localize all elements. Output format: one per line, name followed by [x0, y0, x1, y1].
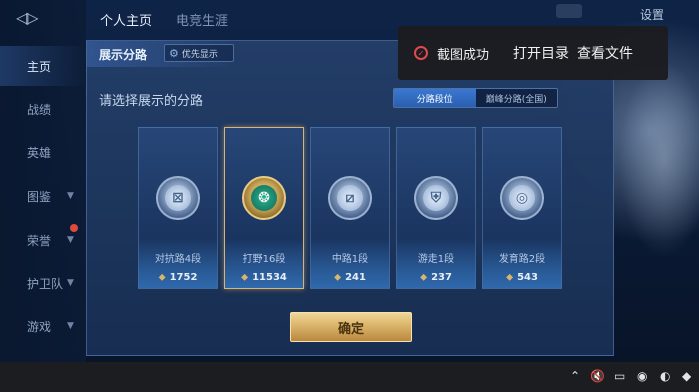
sidebar: ◁▷ 主页 战绩 英雄 图鉴 ▼ 荣誉 ▼ 护卫队 ▼ 游戏 ▼ — [0, 0, 86, 362]
lane-card[interactable]: ◎ 发育路2段 ⬥ 543 — [482, 127, 562, 289]
sidebar-item-label: 护卫队 — [27, 276, 64, 291]
panel-title: 展示分路 — [99, 48, 148, 62]
lane-score-value: 237 — [431, 272, 452, 283]
mid-lane-icon: ⧄ — [328, 176, 372, 220]
taskbar: ⌃ 🔇 ▭ ◉ ◐ ◆ — [0, 362, 699, 392]
lane-card[interactable]: ⛨ 游走1段 ⬥ 237 — [396, 127, 476, 289]
lane-score: ⬥ 543 — [483, 272, 561, 283]
sidebar-item-label: 游戏 — [27, 319, 52, 334]
open-folder-link[interactable]: 打开目录 — [513, 43, 569, 63]
browser-tray-icon[interactable]: ◐ — [660, 369, 670, 383]
sidebar-item[interactable]: 游戏 ▼ — [0, 306, 86, 346]
gear-icon: ⚙ — [169, 46, 179, 60]
score-icon: ⬥ — [158, 272, 166, 283]
tab-personal-home[interactable]: 个人主页 — [100, 10, 152, 29]
notification-icon[interactable] — [556, 4, 582, 18]
hero-artwork — [604, 40, 699, 340]
lane-score-value: 1752 — [169, 272, 198, 283]
tray-extra-icon[interactable]: ◆ — [682, 369, 691, 383]
emblem-glyph: ◎ — [509, 185, 535, 211]
lane-card[interactable]: ⧄ 中路1段 ⬥ 241 — [310, 127, 390, 289]
lane-score: ⬥ 1752 — [139, 272, 217, 283]
sidebar-item-label: 主页 — [27, 59, 52, 74]
lane-score-value: 11534 — [252, 272, 287, 283]
roam-icon: ⛨ — [414, 176, 458, 220]
sidebar-item-label: 荣誉 — [27, 233, 52, 248]
lane-display-panel: 展示分路 ⚙ 优先显示 请选择展示的分路 分路段位 巅峰分路(全国) ⊠ 对抗路4… — [86, 40, 614, 356]
game-logo: ◁▷ — [16, 8, 39, 27]
score-icon: ⬥ — [241, 272, 249, 283]
score-icon: ⬥ — [420, 272, 428, 283]
chevron-down-icon: ▼ — [67, 278, 74, 288]
emblem-glyph: ⧄ — [337, 185, 363, 211]
lane-rank-label: 中路1段 — [331, 254, 369, 265]
jungle-icon: ❂ — [242, 176, 286, 220]
lane-mode-toggle: 分路段位 巅峰分路(全国) — [393, 88, 558, 108]
sidebar-item[interactable]: 主页 — [0, 46, 86, 86]
speaker-muted-icon[interactable]: 🔇 — [590, 369, 605, 383]
sidebar-item[interactable]: 战绩 — [0, 89, 86, 129]
chevron-down-icon: ▼ — [67, 321, 74, 331]
emblem-glyph: ⊠ — [165, 185, 191, 211]
view-file-link[interactable]: 查看文件 — [577, 43, 633, 63]
score-icon: ⬥ — [334, 272, 342, 283]
lane-card[interactable]: ⊠ 对抗路4段 ⬥ 1752 — [138, 127, 218, 289]
emblem-glyph: ⛨ — [423, 185, 449, 211]
confirm-button[interactable]: 确定 — [290, 312, 412, 342]
clash-lane-icon: ⊠ — [156, 176, 200, 220]
emblem-glyph: ❂ — [251, 185, 277, 211]
toggle-lane-rank[interactable]: 分路段位 — [394, 89, 476, 107]
farm-lane-icon: ◎ — [500, 176, 544, 220]
chevron-down-icon: ▼ — [67, 191, 74, 201]
sidebar-item[interactable]: 护卫队 ▼ — [0, 263, 86, 303]
score-icon: ⬥ — [506, 272, 514, 283]
screenshot-success-icon: ✓ — [414, 46, 428, 60]
lane-score: ⬥ 11534 — [225, 272, 303, 283]
select-lane-prompt: 请选择展示的分路 — [99, 94, 204, 109]
top-tabs: 个人主页 电竞生涯 — [86, 0, 228, 38]
network-icon[interactable]: ▭ — [614, 369, 625, 383]
lane-rank-label: 发育路2段 — [498, 254, 546, 265]
screenshot-toast: ✓ 截图成功 打开目录 查看文件 — [398, 26, 668, 80]
sidebar-item-label: 战绩 — [27, 102, 52, 117]
settings-button[interactable]: 设置 — [640, 6, 664, 23]
lane-rank-label: 打野16段 — [242, 254, 286, 265]
sidebar-item[interactable]: 荣誉 ▼ — [0, 220, 86, 260]
sidebar-item[interactable]: 图鉴 ▼ — [0, 176, 86, 216]
app-tray-icon[interactable]: ◉ — [637, 369, 647, 383]
priority-display-button[interactable]: ⚙ 优先显示 — [164, 44, 234, 62]
chevron-down-icon: ▼ — [67, 235, 74, 245]
lane-card[interactable]: ❂ 打野16段 ⬥ 11534 — [224, 127, 304, 289]
lane-rank-label: 对抗路4段 — [154, 254, 202, 265]
toggle-peak-lane[interactable]: 巅峰分路(全国) — [475, 89, 557, 107]
lane-score: ⬥ 237 — [397, 272, 475, 283]
lane-score-value: 543 — [517, 272, 538, 283]
lane-rank-label: 游走1段 — [417, 254, 455, 265]
tab-esports-career[interactable]: 电竞生涯 — [176, 10, 228, 29]
priority-display-label: 优先显示 — [181, 49, 218, 60]
sidebar-item-label: 英雄 — [27, 145, 52, 160]
sidebar-item[interactable]: 英雄 — [0, 132, 86, 172]
lane-score: ⬥ 241 — [311, 272, 389, 283]
sidebar-item-label: 图鉴 — [27, 189, 52, 204]
notification-dot — [70, 224, 78, 232]
lane-score-value: 241 — [345, 272, 366, 283]
toast-message: 截图成功 — [437, 47, 490, 63]
chevron-up-icon[interactable]: ⌃ — [570, 369, 580, 383]
